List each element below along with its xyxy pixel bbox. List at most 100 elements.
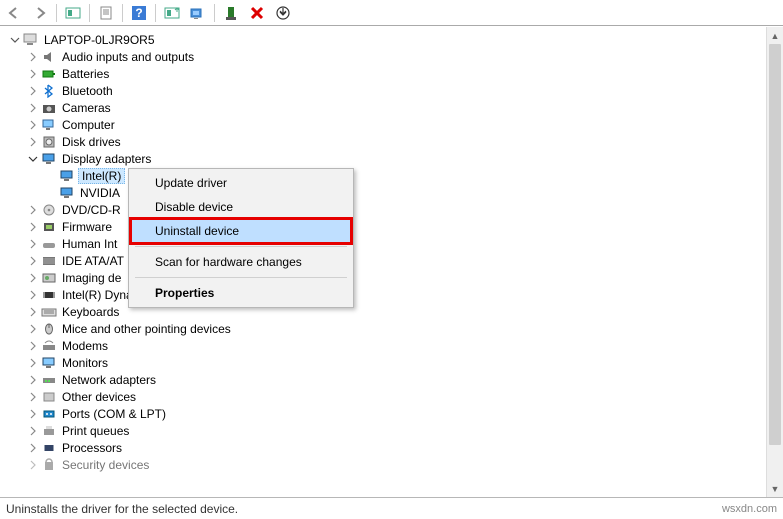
expand-icon[interactable] [26, 356, 40, 370]
tree-category-label: Display adapters [60, 152, 153, 166]
expand-icon[interactable] [26, 50, 40, 64]
tree-category[interactable]: Imaging de [4, 269, 761, 286]
tree-category[interactable]: Security devices [4, 456, 761, 473]
battery-icon [40, 66, 58, 82]
tree-category[interactable]: Ports (COM & LPT) [4, 405, 761, 422]
tree-device[interactable]: Intel(R) [4, 167, 761, 184]
tree-category[interactable]: Audio inputs and outputs [4, 48, 761, 65]
svg-text:?: ? [135, 6, 142, 20]
tree-category[interactable]: Monitors [4, 354, 761, 371]
expand-icon[interactable] [26, 458, 40, 472]
tree-category[interactable]: Bluetooth [4, 82, 761, 99]
expand-icon[interactable] [26, 84, 40, 98]
context-menu-item[interactable]: Scan for hardware changes [131, 250, 351, 274]
tree-category[interactable]: Computer [4, 116, 761, 133]
tree-category[interactable]: Intel(R) Dynamic Platform and Thermal Fr… [4, 286, 761, 303]
tree-category[interactable]: Modems [4, 337, 761, 354]
tree-device[interactable]: NVIDIA [4, 184, 761, 201]
audio-icon [40, 49, 58, 65]
context-menu-item-label: Uninstall device [155, 224, 239, 238]
display-icon [58, 185, 76, 201]
tree-root-label: LAPTOP-0LJR9OR5 [42, 33, 157, 47]
tree-device-label: NVIDIA [78, 186, 122, 200]
tree-category[interactable]: Mice and other pointing devices [4, 320, 761, 337]
tree-category[interactable]: Human Int [4, 235, 761, 252]
toolbar-separator [155, 4, 156, 22]
tree-category[interactable]: Cameras [4, 99, 761, 116]
tree-category[interactable]: IDE ATA/AT [4, 252, 761, 269]
expand-icon[interactable] [26, 373, 40, 387]
context-menu-item[interactable]: Uninstall device [131, 219, 351, 243]
context-menu-item[interactable]: Update driver [131, 171, 351, 195]
scan-hardware-button[interactable] [186, 2, 210, 24]
expand-icon[interactable] [26, 67, 40, 81]
device-tree[interactable]: LAPTOP-0LJR9OR5 Audio inputs and outputs… [4, 31, 761, 497]
add-legacy-button[interactable] [219, 2, 243, 24]
vertical-scrollbar[interactable]: ▲ ▼ [766, 27, 783, 497]
tree-category[interactable]: Display adapters [4, 150, 761, 167]
expand-icon[interactable] [26, 441, 40, 455]
expand-icon[interactable] [26, 118, 40, 132]
tree-category[interactable]: DVD/CD-R [4, 201, 761, 218]
tree-category-label: Firmware [60, 220, 114, 234]
scroll-up-button[interactable]: ▲ [767, 27, 783, 44]
forward-button[interactable] [28, 2, 52, 24]
chip-icon [40, 287, 58, 303]
tree-category-label: Audio inputs and outputs [60, 50, 196, 64]
expand-icon[interactable] [26, 203, 40, 217]
expand-icon[interactable] [26, 220, 40, 234]
scroll-down-button[interactable]: ▼ [767, 480, 783, 497]
tree-category-label: Network adapters [60, 373, 158, 387]
expand-icon[interactable] [26, 254, 40, 268]
scroll-thumb[interactable] [769, 44, 781, 445]
toolbar-separator [122, 4, 123, 22]
expand-icon[interactable] [26, 288, 40, 302]
context-menu-separator [135, 246, 347, 247]
expand-icon[interactable] [26, 101, 40, 115]
tree-category[interactable]: Network adapters [4, 371, 761, 388]
expand-icon[interactable] [26, 339, 40, 353]
scroll-track[interactable] [767, 44, 783, 480]
tree-category-label: Processors [60, 441, 124, 455]
show-hidden-button[interactable] [61, 2, 85, 24]
network-icon [40, 372, 58, 388]
status-text: Uninstalls the driver for the selected d… [6, 502, 238, 516]
collapse-icon[interactable] [8, 33, 22, 47]
context-menu-item[interactable]: Properties [131, 281, 351, 305]
tree-category[interactable]: Keyboards [4, 303, 761, 320]
tree-category[interactable]: Processors [4, 439, 761, 456]
uninstall-button[interactable] [245, 2, 269, 24]
more-button[interactable] [271, 2, 295, 24]
collapse-icon[interactable] [26, 152, 40, 166]
tree-category[interactable]: Disk drives [4, 133, 761, 150]
expand-icon[interactable] [26, 390, 40, 404]
display-icon [40, 151, 58, 167]
ide-icon [40, 253, 58, 269]
expand-icon[interactable] [26, 305, 40, 319]
expand-icon[interactable] [26, 271, 40, 285]
expand-icon[interactable] [26, 237, 40, 251]
tree-root[interactable]: LAPTOP-0LJR9OR5 [4, 31, 761, 48]
keyboard-icon [40, 304, 58, 320]
properties-button[interactable] [94, 2, 118, 24]
expand-icon[interactable] [26, 322, 40, 336]
context-menu-item[interactable]: Disable device [131, 195, 351, 219]
tree-category-label: Imaging de [60, 271, 123, 285]
expand-icon[interactable] [26, 135, 40, 149]
tree-category-label: Batteries [60, 67, 111, 81]
expand-icon[interactable] [26, 407, 40, 421]
update-driver-button[interactable] [160, 2, 184, 24]
tree-category-label: Modems [60, 339, 110, 353]
help-button[interactable]: ? [127, 2, 151, 24]
dvd-icon [40, 202, 58, 218]
context-menu-item-label: Disable device [155, 200, 233, 214]
expand-icon[interactable] [26, 424, 40, 438]
tree-category[interactable]: Other devices [4, 388, 761, 405]
tree-category[interactable]: Print queues [4, 422, 761, 439]
security-icon [40, 457, 58, 473]
tree-category[interactable]: Firmware [4, 218, 761, 235]
tree-category[interactable]: Batteries [4, 65, 761, 82]
toolbar-separator [214, 4, 215, 22]
back-button[interactable] [2, 2, 26, 24]
tree-category-label: Ports (COM & LPT) [60, 407, 168, 421]
